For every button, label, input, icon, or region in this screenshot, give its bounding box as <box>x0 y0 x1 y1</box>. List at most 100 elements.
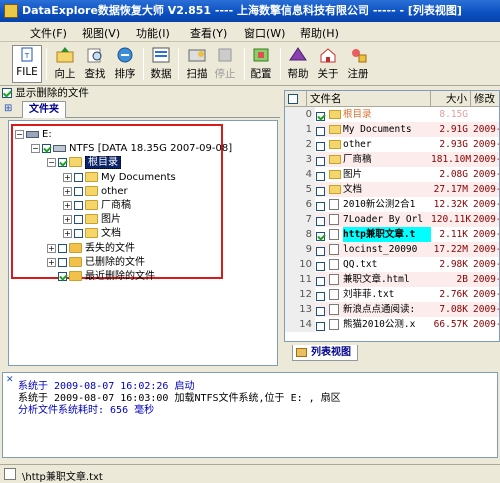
tree-node-folder[interactable]: + 文档 <box>63 227 121 240</box>
checkbox-icon[interactable] <box>74 214 83 224</box>
menu-help[interactable]: 帮助(H) <box>300 25 339 41</box>
checkbox-icon[interactable] <box>58 157 67 167</box>
table-row[interactable]: 1 My Documents 2.91G 2009- <box>285 122 499 137</box>
checkbox-icon[interactable] <box>74 228 83 238</box>
checkbox-icon[interactable] <box>316 216 325 226</box>
checkbox-icon[interactable] <box>316 171 325 181</box>
tree-node-recent-deleted[interactable]: 最近删除的文件 <box>58 270 155 283</box>
pin-icon[interactable]: ✕ <box>6 375 14 385</box>
tab-list-view[interactable]: 列表视图 <box>292 345 358 361</box>
checkbox-icon[interactable] <box>316 141 325 151</box>
show-deleted-checkbox[interactable]: 显示删除的文件 <box>2 87 89 99</box>
header-modified[interactable]: 修改 <box>471 91 499 107</box>
checkbox-icon[interactable] <box>58 243 67 253</box>
stop-button[interactable]: 停止 <box>210 46 240 84</box>
table-row[interactable]: 10 QQ.txt 2.98K 2009- <box>285 257 499 272</box>
header-select[interactable] <box>285 91 307 107</box>
table-row[interactable]: 8 http兼职文章.t 2.11K 2009- <box>285 227 499 242</box>
header-filename[interactable]: 文件名 <box>307 91 431 107</box>
table-row[interactable]: 7 7Loader By Orl 120.11K 2009- <box>285 212 499 227</box>
row-checkbox[interactable] <box>316 304 326 316</box>
register-button[interactable]: 注册 <box>343 46 373 84</box>
tree-node-folder[interactable]: + 厂商稿 <box>63 199 131 212</box>
pin-icon[interactable]: ⊞ <box>4 103 16 115</box>
row-checkbox[interactable] <box>316 214 326 226</box>
tree-node-deleted-files[interactable]: + 已删除的文件 <box>47 256 145 269</box>
checkbox-icon[interactable] <box>74 200 83 210</box>
menu-browse[interactable]: 查看(Y) <box>190 25 227 41</box>
checkbox-icon[interactable] <box>316 111 325 121</box>
expand-icon[interactable]: + <box>63 172 72 182</box>
collapse-icon[interactable]: − <box>15 129 24 139</box>
checkbox-icon[interactable] <box>316 291 325 301</box>
checkbox-icon[interactable] <box>316 246 325 256</box>
collapse-icon[interactable]: − <box>31 143 40 153</box>
table-row[interactable]: 11 兼职文章.html 2B 2009- <box>285 272 499 287</box>
table-row[interactable]: 14 熊猫2010公测.x 66.57K 2009- <box>285 317 499 332</box>
row-checkbox[interactable] <box>316 124 326 136</box>
config-button[interactable]: 配置 <box>246 46 276 84</box>
row-checkbox[interactable] <box>316 274 326 286</box>
table-row[interactable]: 4 图片 2.08G 2009- <box>285 167 499 182</box>
header-size[interactable]: 大小 <box>431 91 471 107</box>
table-row[interactable]: 13 新浪点点通阅读: 7.08K 2009- <box>285 302 499 317</box>
row-checkbox[interactable] <box>316 154 326 166</box>
sort-button[interactable]: 排序 <box>110 46 140 84</box>
checkbox-icon[interactable] <box>316 261 325 271</box>
expand-icon[interactable]: + <box>47 243 56 253</box>
checkbox-icon[interactable] <box>74 172 83 182</box>
table-row[interactable]: 0 根目录 8.15G <box>285 107 499 122</box>
checkbox-icon[interactable] <box>316 156 325 166</box>
about-button[interactable]: 关于 <box>313 46 343 84</box>
tree-node-lost-files[interactable]: + 丢失的文件 <box>47 242 135 255</box>
expand-icon[interactable]: + <box>47 257 56 267</box>
row-checkbox[interactable] <box>316 259 326 271</box>
row-checkbox[interactable] <box>316 139 326 151</box>
checkbox-icon[interactable] <box>316 186 325 196</box>
tree-node-folder[interactable]: + 图片 <box>63 213 121 226</box>
data-button[interactable]: 数据 <box>146 46 176 84</box>
menu-view[interactable]: 视图(V) <box>82 25 120 41</box>
checkbox-icon[interactable] <box>42 143 51 153</box>
tree-node-root[interactable]: − 根目录 <box>47 156 121 169</box>
menu-file[interactable]: 文件(F) <box>30 25 67 41</box>
up-button[interactable]: 向上 <box>50 46 80 84</box>
file-button[interactable]: T FILE <box>12 45 42 83</box>
checkbox-icon[interactable] <box>288 94 298 104</box>
find-button[interactable]: 查找 <box>80 46 110 84</box>
tree-node-folder[interactable]: + My Documents <box>63 171 176 184</box>
collapse-icon[interactable]: − <box>47 157 56 167</box>
row-checkbox[interactable] <box>316 244 326 256</box>
row-checkbox[interactable] <box>316 184 326 196</box>
row-checkbox[interactable] <box>316 199 326 211</box>
tab-folders[interactable]: 文件夹 <box>22 101 66 118</box>
checkbox-icon[interactable] <box>316 126 325 136</box>
table-row[interactable]: 3 厂商稿 181.10M 2009- <box>285 152 499 167</box>
checkbox-icon[interactable] <box>316 201 325 211</box>
checkbox-icon[interactable] <box>316 321 325 331</box>
tree-node-drive[interactable]: − E: <box>15 128 52 141</box>
menu-window[interactable]: 窗口(W) <box>244 25 285 41</box>
row-checkbox[interactable] <box>316 319 326 331</box>
expand-icon[interactable]: + <box>63 214 72 224</box>
row-checkbox[interactable] <box>316 289 326 301</box>
expand-icon[interactable]: + <box>63 228 72 238</box>
help-button[interactable]: 帮助 <box>283 46 313 84</box>
checkbox-icon[interactable] <box>316 306 325 316</box>
checkbox-icon[interactable] <box>316 231 325 241</box>
checkbox-icon[interactable] <box>58 271 67 281</box>
checkbox-icon[interactable] <box>316 276 325 286</box>
row-checkbox[interactable] <box>316 229 326 241</box>
table-row[interactable]: 2 other 2.93G 2009- <box>285 137 499 152</box>
menu-function[interactable]: 功能(I) <box>136 25 170 41</box>
checkbox-icon[interactable] <box>58 257 67 267</box>
row-checkbox[interactable] <box>316 109 326 121</box>
table-row[interactable]: 9 locinst_20090 17.22M 2009- <box>285 242 499 257</box>
checkbox-icon[interactable] <box>74 186 83 196</box>
table-row[interactable]: 5 文档 27.17M 2009- <box>285 182 499 197</box>
table-row[interactable]: 6 2010新公测2合1 12.32K 2009- <box>285 197 499 212</box>
table-row[interactable]: 12 刘菲菲.txt 2.76K 2009- <box>285 287 499 302</box>
expand-icon[interactable]: + <box>63 186 72 196</box>
tree-node-folder[interactable]: + other <box>63 185 128 198</box>
row-checkbox[interactable] <box>316 169 326 181</box>
